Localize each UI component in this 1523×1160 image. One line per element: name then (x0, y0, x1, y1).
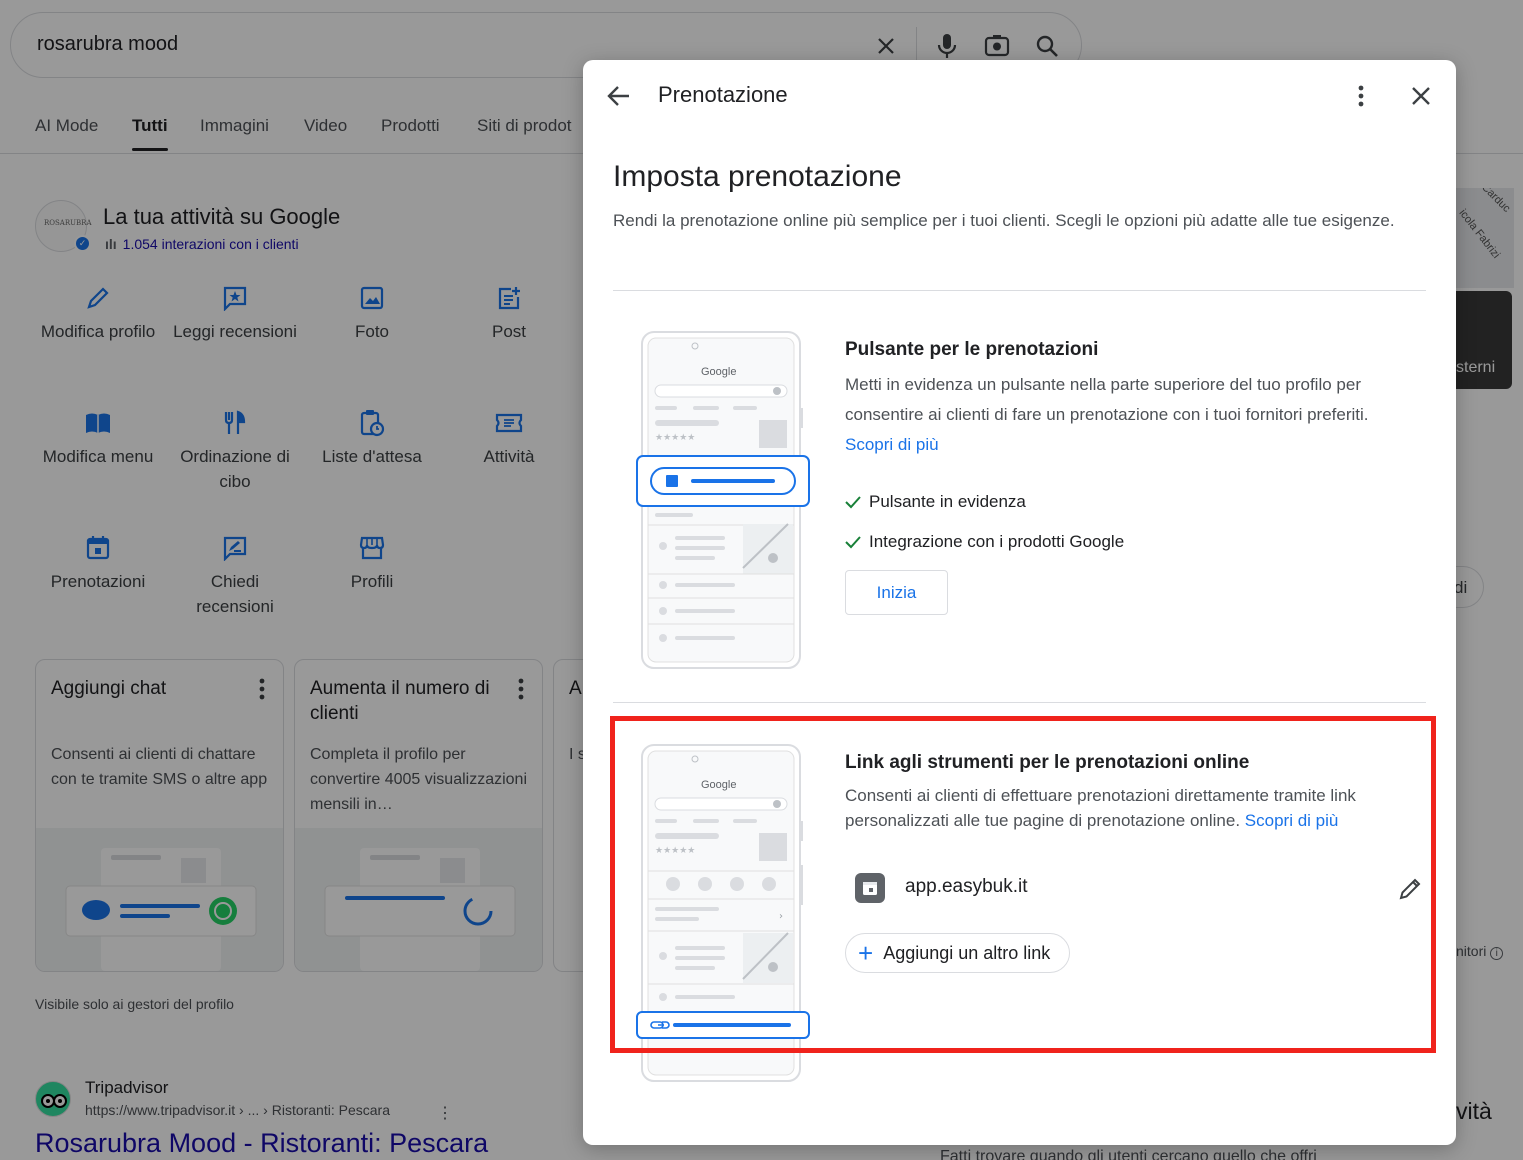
section-booking-links-desc: Consenti ai clienti di effettuare prenot… (845, 786, 1356, 830)
more-vert-icon[interactable] (1345, 80, 1377, 112)
section-booking-links-title: Link agli strumenti per le prenotazioni … (845, 752, 1250, 773)
divider (613, 290, 1426, 291)
phone-rating-text: ★★★★★ (655, 433, 695, 443)
learn-more-link[interactable]: Scopri di più (1245, 811, 1339, 830)
dialog-intro: Rendi la prenotazione online più semplic… (613, 211, 1395, 230)
add-link-label: Aggiungi un altro link (883, 942, 1051, 963)
feature-item: Integrazione con i prodotti Google (845, 532, 1124, 552)
section-booking-button-desc: Metti in evidenza un pulsante nella part… (845, 375, 1369, 454)
check-icon (845, 496, 861, 509)
booking-calendar-icon (855, 873, 885, 903)
plus-icon: + (858, 938, 874, 968)
divider (613, 702, 1426, 703)
phone-illustration-button: Google ★★★★★ (633, 328, 813, 678)
add-link-button[interactable]: + Aggiungi un altro link (845, 933, 1071, 973)
dialog-title: Prenotazione (658, 82, 788, 107)
back-arrow-icon[interactable] (603, 80, 635, 112)
booking-link-url: app.easybuk.it (905, 876, 1028, 897)
start-button[interactable]: Inizia (845, 570, 948, 615)
dialog-heading: Imposta prenotazione (613, 160, 902, 193)
phone-brand-text: Google (701, 366, 736, 378)
learn-more-link[interactable]: Scopri di più (845, 435, 939, 454)
pencil-edit-icon[interactable] (1395, 874, 1425, 904)
close-icon[interactable] (1405, 80, 1437, 112)
booking-dialog: Prenotazione Imposta prenotazione Rendi … (583, 60, 1456, 1145)
feature-item: Pulsante in evidenza (845, 492, 1026, 512)
check-icon (845, 536, 861, 549)
section-booking-button-title: Pulsante per le prenotazioni (845, 339, 1099, 360)
